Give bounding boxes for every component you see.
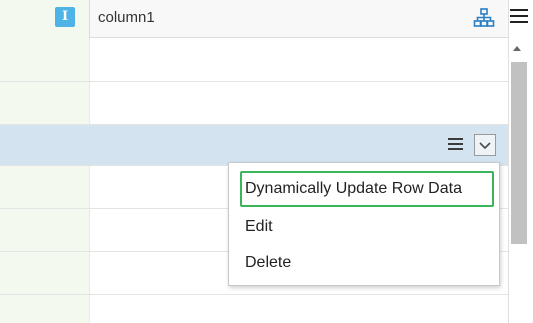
- row-header-cell: [0, 0, 90, 38]
- scrollbar-thumb[interactable]: [511, 62, 527, 244]
- row-divider: [0, 81, 508, 82]
- chevron-down-icon: [479, 142, 491, 150]
- scroll-up-arrow-icon[interactable]: [513, 46, 521, 51]
- context-menu-item-dynamically-update-row-data[interactable]: Dynamically Update Row Data: [245, 180, 462, 198]
- row-menu-icon[interactable]: [448, 138, 463, 151]
- column-title[interactable]: column1: [98, 9, 155, 26]
- selected-table-row[interactable]: [0, 125, 508, 165]
- row-context-menu: Dynamically Update Row Data Edit Delete: [228, 162, 500, 286]
- column-type-badge: I: [55, 7, 75, 27]
- context-menu-item-edit[interactable]: Edit: [245, 218, 273, 236]
- hamburger-menu-icon[interactable]: [510, 9, 528, 25]
- row-divider: [0, 294, 508, 295]
- context-menu-item-delete[interactable]: Delete: [245, 254, 291, 272]
- grid-header: I column1: [0, 0, 508, 38]
- row-dropdown-button[interactable]: [474, 134, 496, 156]
- hierarchy-icon[interactable]: [473, 7, 495, 29]
